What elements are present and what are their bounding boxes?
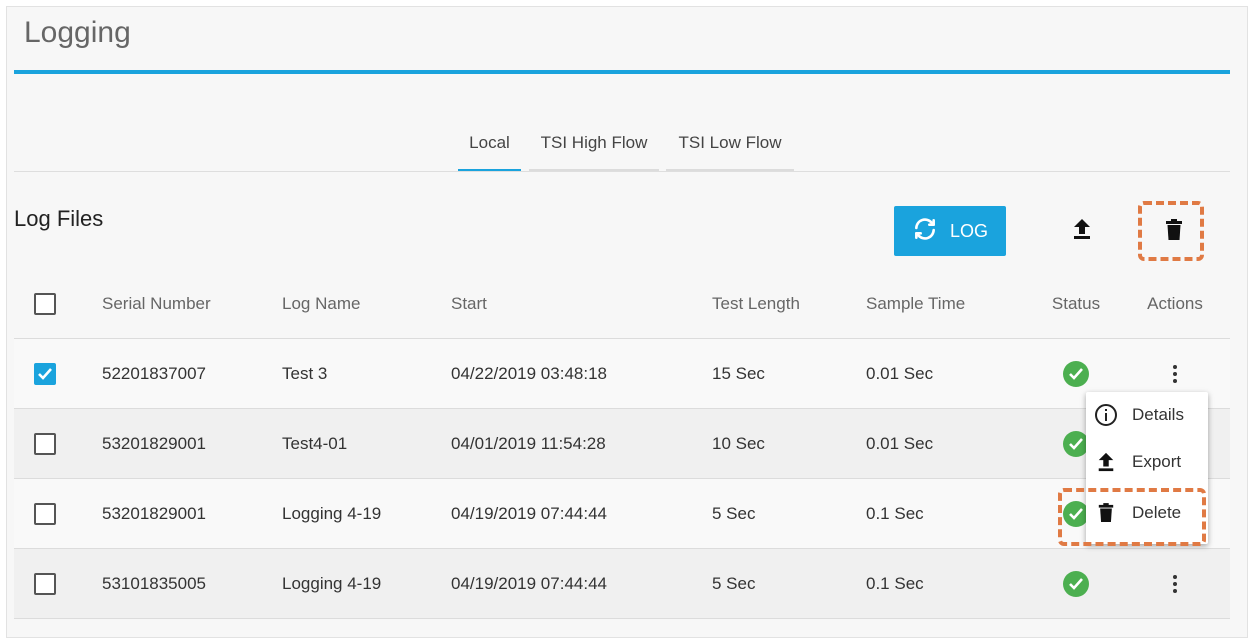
delete-menu-highlight — [1058, 488, 1206, 546]
upload-icon — [1094, 450, 1118, 474]
log-name: Test4-01 — [282, 433, 348, 453]
table-row[interactable]: 53101835005 Logging 4-19 04/19/2019 07:4… — [14, 549, 1230, 619]
menu-item-details[interactable]: Details — [1086, 392, 1208, 438]
serial-number: 52201837007 — [102, 363, 207, 383]
log-files-table: Serial Number Log Name Start Test Length… — [14, 270, 1230, 619]
checkbox-cell — [34, 339, 56, 408]
header-checkbox-cell — [34, 270, 56, 338]
log-name: Logging 4-19 — [282, 573, 382, 593]
sample-time: 0.1 Sec — [866, 573, 924, 593]
menu-item-label: Export — [1132, 452, 1182, 471]
column-header[interactable]: Test Length — [712, 270, 800, 338]
sample-time: 0.1 Sec — [866, 503, 924, 523]
start-time: 04/22/2019 03:48:18 — [451, 363, 607, 383]
more-vert-icon[interactable] — [1165, 574, 1185, 593]
column-header: Actions — [1147, 294, 1203, 313]
checkbox-cell — [34, 549, 56, 618]
info-icon — [1094, 403, 1118, 427]
log-button-label: LOG — [949, 220, 988, 241]
upload-icon — [1071, 217, 1093, 246]
start-time: 04/19/2019 07:44:44 — [451, 503, 607, 523]
status-cell — [1048, 549, 1104, 618]
column-header[interactable]: Start — [451, 270, 487, 338]
check-circle-icon — [1063, 570, 1089, 597]
sample-time: 0.01 Sec — [866, 363, 934, 383]
delete-highlight — [1138, 201, 1204, 261]
test-length: 5 Sec — [712, 573, 756, 593]
row-checkbox[interactable] — [34, 502, 56, 525]
serial-number: 53201829001 — [102, 503, 207, 523]
table-header: Serial Number Log Name Start Test Length… — [14, 270, 1230, 339]
table-row[interactable]: 53201829001 Logging 4-19 04/19/2019 07:4… — [14, 479, 1230, 549]
tab-bar: Local TSI High Flow TSI Low Flow — [458, 125, 794, 172]
column-header[interactable]: Log Name — [282, 270, 360, 338]
table-row[interactable]: 53201829001 Test4-01 04/01/2019 11:54:28… — [14, 409, 1230, 479]
checkbox-cell — [34, 479, 56, 548]
menu-item-label: Details — [1132, 405, 1184, 424]
checkbox-cell — [34, 409, 56, 478]
column-header[interactable]: Sample Time — [866, 270, 965, 338]
column-header[interactable]: Serial Number — [102, 270, 211, 338]
test-length: 15 Sec — [712, 363, 765, 383]
tab-tsi-low-flow[interactable]: TSI Low Flow — [666, 125, 794, 172]
sample-time: 0.01 Sec — [866, 433, 934, 453]
title-divider — [14, 70, 1230, 74]
select-all-checkbox[interactable] — [34, 293, 56, 315]
check-circle-icon — [1063, 360, 1089, 387]
test-length: 5 Sec — [712, 503, 756, 523]
test-length: 10 Sec — [712, 433, 765, 453]
start-time: 04/01/2019 11:54:28 — [451, 433, 606, 453]
log-button[interactable]: LOG — [894, 206, 1006, 256]
section-title: Log Files — [14, 206, 104, 231]
more-vert-icon[interactable] — [1165, 364, 1185, 383]
row-checkbox[interactable] — [34, 432, 56, 455]
row-checkbox[interactable] — [34, 572, 56, 595]
checkmark-icon — [38, 367, 52, 380]
serial-number: 53101835005 — [102, 573, 207, 593]
serial-number: 53201829001 — [102, 433, 207, 453]
log-name: Logging 4-19 — [282, 503, 382, 523]
tab-label: TSI Low Flow — [678, 133, 782, 152]
start-time: 04/19/2019 07:44:44 — [451, 573, 607, 593]
row-checkbox[interactable] — [34, 362, 56, 385]
page-title: Logging — [24, 16, 131, 49]
tab-label: TSI High Flow — [540, 133, 648, 152]
menu-item-export[interactable]: Export — [1086, 439, 1208, 485]
log-name: Test 3 — [282, 363, 328, 383]
column-header[interactable]: Status — [1048, 270, 1104, 338]
tab-local[interactable]: Local — [458, 125, 521, 172]
actions-cell — [1142, 549, 1208, 618]
table-row[interactable]: 52201837007 Test 3 04/22/2019 03:48:18 1… — [14, 339, 1230, 409]
tab-tsi-high-flow[interactable]: TSI High Flow — [529, 125, 659, 172]
tab-label: Local — [469, 133, 510, 152]
upload-button[interactable] — [1066, 214, 1098, 248]
tab-divider — [14, 171, 1230, 172]
refresh-icon — [912, 216, 938, 247]
